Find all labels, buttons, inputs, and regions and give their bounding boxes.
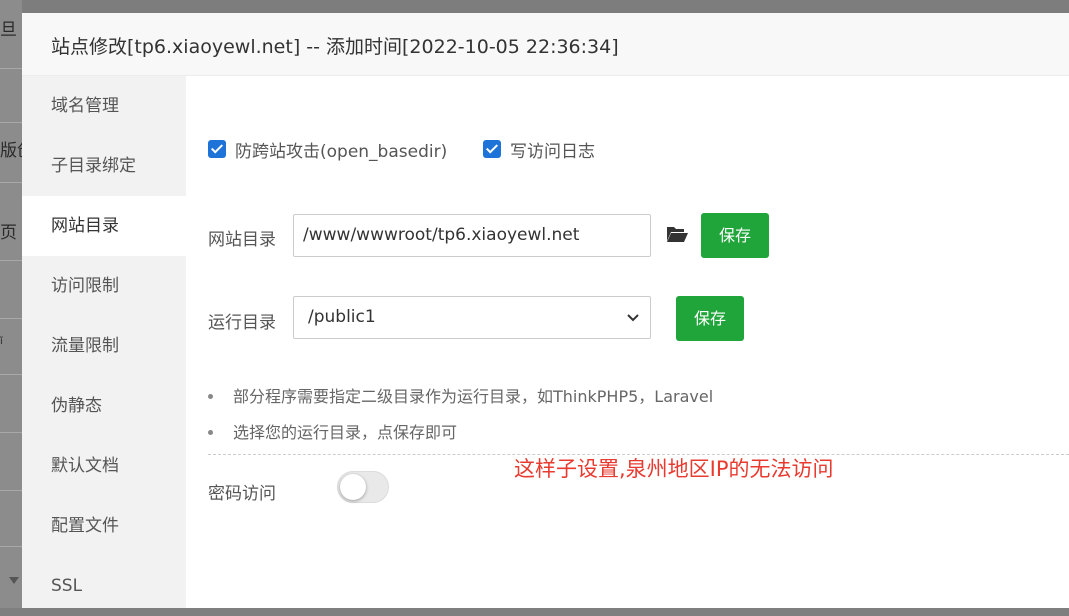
chevron-down-icon: [9, 577, 19, 584]
list-item: 部分程序需要指定二级目录作为运行目录，如ThinkPHP5，Laravel: [208, 387, 713, 423]
background-divider: [0, 260, 22, 261]
dialog-title: 站点修改[tp6.xiaoyewl.net] -- 添加时间[2022-10-0…: [51, 36, 619, 58]
background-fragment: 旦: [0, 20, 17, 40]
site-dir-panel: 防跨站攻击(open_basedir) 写访问日志 网站目录 /www/wwwr…: [186, 76, 1069, 608]
background-divider: [0, 432, 22, 433]
access-log-label: 写访问日志: [510, 141, 595, 162]
run-dir-selected-value: /public1: [308, 307, 376, 327]
anti-xss-checkbox[interactable]: 防跨站攻击(open_basedir): [208, 138, 448, 162]
chevron-down-icon: [627, 314, 639, 322]
sidebar-item-ssl[interactable]: SSL: [22, 556, 186, 616]
tips-list: 部分程序需要指定二级目录作为运行目录，如ThinkPHP5，Laravel 选择…: [208, 387, 713, 459]
sidebar-item-domain[interactable]: 域名管理: [22, 76, 186, 136]
annotation-text: 这样子设置,泉州地区IP的无法访问: [514, 457, 834, 481]
background-divider: [0, 318, 22, 319]
password-access-toggle[interactable]: [337, 471, 389, 503]
save-site-dir-button[interactable]: 保存: [701, 213, 769, 258]
access-log-checkbox[interactable]: 写访问日志: [483, 138, 595, 162]
checkbox-checked-icon[interactable]: [208, 140, 226, 158]
sidebar-item-subdir[interactable]: 子目录绑定: [22, 136, 186, 196]
background-divider: [0, 490, 22, 491]
site-dir-input[interactable]: /www/wwwroot/tp6.xiaoyewl.net: [293, 214, 651, 257]
background-fragment: ǐ: [0, 336, 3, 347]
anti-xss-label: 防跨站攻击(open_basedir): [235, 141, 448, 162]
sidebar-item-rewrite[interactable]: 伪静态: [22, 376, 186, 436]
background-divider: [0, 546, 22, 547]
sidebar-item-access-limit[interactable]: 访问限制: [22, 256, 186, 316]
site-edit-dialog: 站点修改[tp6.xiaoyewl.net] -- 添加时间[2022-10-0…: [22, 13, 1069, 608]
sidebar-item-traffic-limit[interactable]: 流量限制: [22, 316, 186, 376]
sidebar-item-site-dir[interactable]: 网站目录: [22, 196, 186, 256]
background-fragment: 页: [0, 223, 17, 243]
dialog-header: 站点修改[tp6.xiaoyewl.net] -- 添加时间[2022-10-0…: [22, 13, 1069, 76]
folder-open-icon[interactable]: [666, 225, 689, 248]
dialog-sidebar: 域名管理 子目录绑定 网站目录 访问限制 流量限制 伪静态 默认文档 配置文件 …: [22, 76, 186, 608]
site-dir-label: 网站目录: [208, 230, 276, 250]
background-divider: [0, 374, 22, 375]
sidebar-item-config-file[interactable]: 配置文件: [22, 496, 186, 556]
background-top-strip: [0, 0, 1069, 13]
password-access-label: 密码访问: [208, 484, 276, 504]
checkbox-checked-icon[interactable]: [483, 140, 501, 158]
background-divider: [0, 182, 22, 183]
background-divider: [0, 122, 22, 123]
background-fragment: 版创: [0, 141, 22, 161]
background-divider: [0, 68, 22, 69]
background-page: 旦 版创 页 ǐ: [0, 0, 22, 608]
run-dir-select[interactable]: /public1: [293, 296, 651, 339]
toggle-knob: [340, 474, 366, 500]
run-dir-label: 运行目录: [208, 313, 276, 333]
save-run-dir-button[interactable]: 保存: [676, 296, 744, 341]
sidebar-item-default-doc[interactable]: 默认文档: [22, 436, 186, 496]
